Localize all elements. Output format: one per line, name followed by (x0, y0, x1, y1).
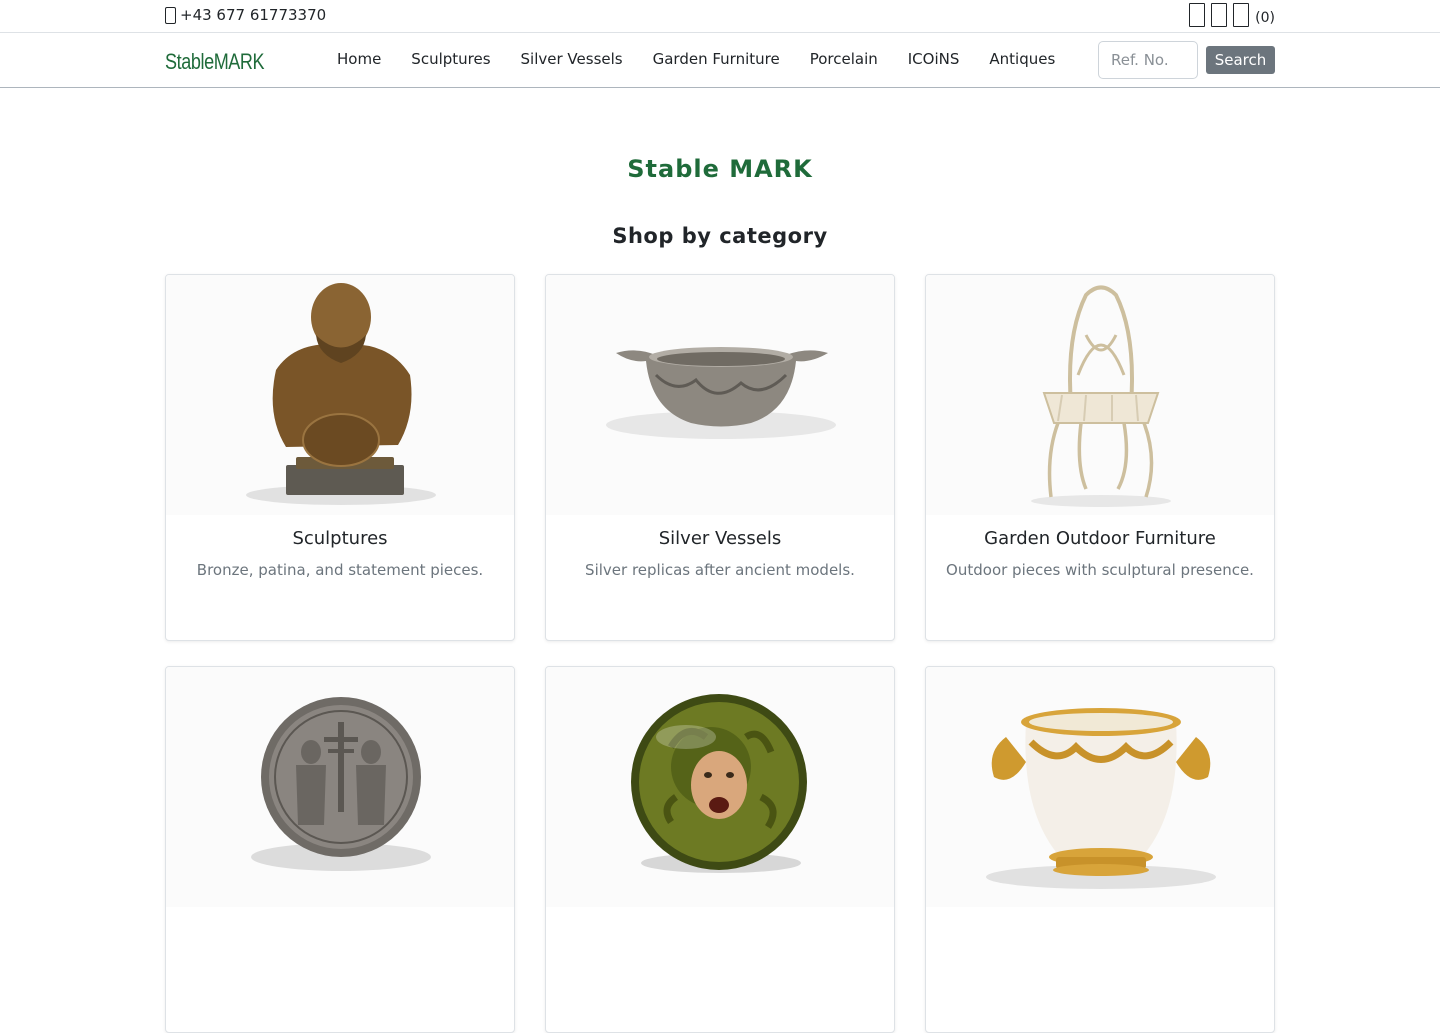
garden-chair-image (926, 275, 1274, 515)
phone-contact[interactable]: +43 677 61773370 (165, 6, 326, 24)
silver-bowl-image (546, 275, 894, 515)
nav-link-silver-vessels[interactable]: Silver Vessels (521, 50, 623, 68)
ref-search: Search (1098, 41, 1275, 79)
silver-coin-image (166, 667, 514, 907)
phone-number: +43 677 61773370 (180, 6, 327, 24)
main-navbar: StableMARK Home Sculptures Silver Vessel… (0, 33, 1440, 88)
nav-link-sculptures[interactable]: Sculptures (411, 50, 490, 68)
nav-links: Home Sculptures Silver Vessels Garden Fu… (337, 50, 1085, 68)
nav-link-icoins[interactable]: ICOiNS (908, 50, 960, 68)
page-title: Stable MARK (627, 155, 813, 183)
category-title: Sculptures (292, 528, 388, 549)
category-description: Outdoor pieces with sculptural presence. (946, 561, 1254, 579)
top-bar-icons: (0) (1189, 3, 1275, 27)
heart-icon[interactable] (1211, 3, 1228, 27)
category-card-garden-furniture[interactable]: Garden Outdoor Furniture Outdoor pieces … (925, 274, 1275, 641)
category-card-icoins[interactable] (165, 666, 515, 1033)
nav-link-antiques[interactable]: Antiques (989, 50, 1055, 68)
user-icon[interactable] (1189, 3, 1206, 27)
top-bar: +43 677 61773370 (0) (0, 0, 1440, 33)
phone-icon (165, 6, 176, 24)
category-description: Silver replicas after ancient models. (585, 561, 855, 579)
nav-link-home[interactable]: Home (337, 50, 381, 68)
category-card-sculptures[interactable]: Sculptures Bronze, patina, and statement… (165, 274, 515, 641)
category-card-silver-vessels[interactable]: Silver Vessels Silver replicas after anc… (545, 274, 895, 641)
category-grid: Sculptures Bronze, patina, and statement… (165, 274, 1275, 1033)
section-title: Shop by category (612, 224, 828, 248)
category-card-porcelain-vase[interactable] (925, 666, 1275, 1033)
category-title: Silver Vessels (658, 528, 782, 549)
nav-link-porcelain[interactable]: Porcelain (810, 50, 878, 68)
brand-logo[interactable]: StableMARK (165, 49, 265, 75)
bronze-bust-image (166, 275, 514, 515)
medusa-plate-image (546, 667, 894, 907)
cart-count[interactable]: (0) (1255, 10, 1275, 26)
ref-number-input[interactable] (1098, 41, 1198, 79)
search-button[interactable]: Search (1206, 46, 1275, 74)
cart-icon[interactable] (1233, 3, 1250, 27)
category-card-porcelain-medusa[interactable] (545, 666, 895, 1033)
category-title: Garden Outdoor Furniture (984, 528, 1216, 549)
category-description: Bronze, patina, and statement pieces. (196, 561, 484, 579)
nav-link-garden-furniture[interactable]: Garden Furniture (653, 50, 780, 68)
porcelain-vase-image (926, 667, 1274, 907)
